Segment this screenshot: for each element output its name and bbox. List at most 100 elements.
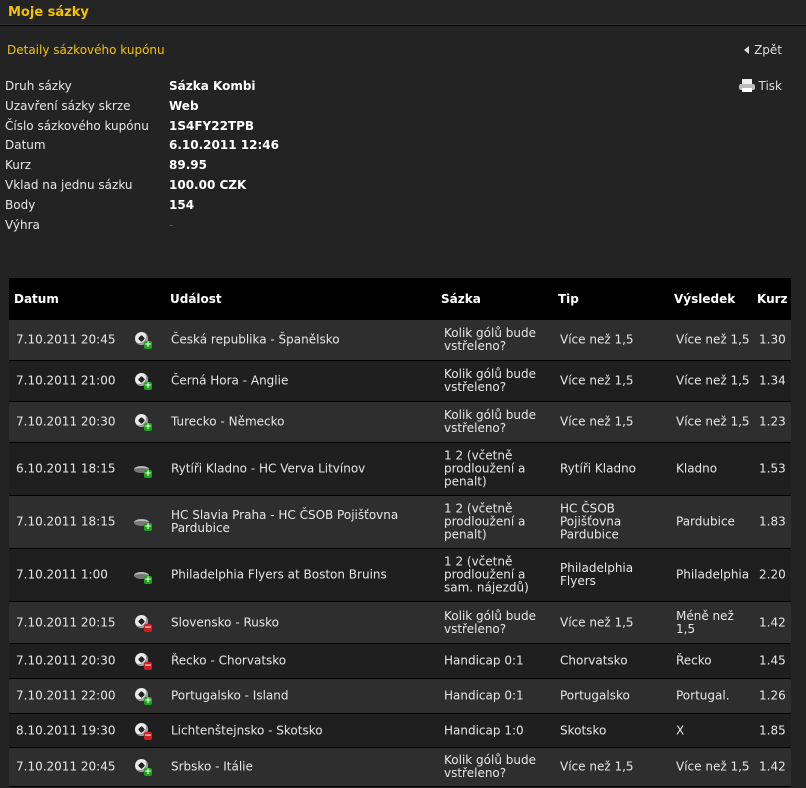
football-win-icon: + <box>134 372 152 391</box>
table-row: 7.10.2011 21:00 + Černá Hora - Anglie Kolik… <box>9 361 791 402</box>
cell-icon: + <box>134 372 152 391</box>
cell-event: Černá Hora - Anglie <box>171 373 289 388</box>
cell-result: Více než 1,5 <box>676 759 750 774</box>
detail-label: Číslo sázkového kupónu <box>5 118 149 133</box>
hockey-win-icon: + <box>134 460 152 479</box>
cell-event: Philadelphia Flyers at Boston Bruins <box>171 567 387 582</box>
cell-tip: Portugalsko <box>560 688 630 703</box>
cell-result: X <box>676 723 685 737</box>
ticket-detail-panel: Detaily sázkového kupónu Zpět Tisk Druh … <box>0 26 806 788</box>
cell-odds: 1.45 <box>759 653 786 668</box>
cell-bet: 1 2 (včetně prodloužení a penalt) <box>444 501 526 542</box>
cell-date: 7.10.2011 21:00 <box>16 373 116 388</box>
cell-date: 7.10.2011 20:30 <box>16 414 116 429</box>
table-body: 7.10.2011 20:45 + Česká republika - Španěl… <box>9 320 791 787</box>
top-bar: Moje sázky <box>0 0 806 25</box>
table-row: 7.10.2011 20:30 + Turecko - Německo Kolik g… <box>9 402 791 443</box>
cell-date: 7.10.2011 1:00 <box>16 567 108 582</box>
bets-table: Datum Událost Sázka Tip Výsledek Kurz 7.… <box>9 278 791 787</box>
page-title: Moje sázky <box>8 5 89 20</box>
cell-icon: + <box>134 566 152 585</box>
cell-date: 6.10.2011 18:15 <box>16 461 116 476</box>
football-win-icon: + <box>134 687 152 706</box>
cell-result: Více než 1,5 <box>676 373 750 388</box>
cell-event: Lichtenštejnsko - Skotsko <box>171 723 323 737</box>
detail-value: - <box>169 217 174 232</box>
detail-value: 100.00 CZK <box>169 177 247 192</box>
table-row: 7.10.2011 20:30 − Řecko - Chorvatsko Handic… <box>9 644 791 679</box>
detail-label: Kurz <box>5 158 32 173</box>
detail-row: Datum 6.10.2011 12:46 <box>5 136 405 156</box>
football-loss-icon: − <box>134 722 152 740</box>
cell-result: Philadelphia <box>676 567 750 582</box>
detail-label: Výhra <box>5 217 40 232</box>
cell-event: Srbsko - Itálie <box>171 759 253 774</box>
cell-tip: Více než 1,5 <box>560 615 634 629</box>
table-header: Datum Událost Sázka Tip Výsledek Kurz <box>9 278 791 320</box>
cell-date: 7.10.2011 20:30 <box>16 653 116 668</box>
cell-bet: Kolik gólů bude vstřeleno? <box>444 408 536 435</box>
column-header-result: Výsledek <box>674 292 736 306</box>
cell-icon: − <box>134 722 152 740</box>
cell-tip: Chorvatsko <box>560 653 628 668</box>
cell-event: Slovensko - Rusko <box>171 615 279 629</box>
cell-date: 7.10.2011 20:45 <box>16 332 116 347</box>
cell-event: HC Slavia Praha - HC ČSOB Pojišťovna Par… <box>171 508 399 535</box>
cell-odds: 1.26 <box>759 688 786 703</box>
cell-odds: 1.83 <box>759 514 786 529</box>
cell-event: Řecko - Chorvatsko <box>171 653 287 668</box>
detail-row: Číslo sázkového kupónu 1S4FY22TPB <box>5 117 405 137</box>
print-button[interactable]: Tisk <box>738 79 783 93</box>
cell-bet: Handicap 1:0 <box>444 723 524 737</box>
detail-row: Body 154 <box>5 196 405 216</box>
cell-icon: + <box>134 758 152 777</box>
detail-value: 1S4FY22TPB <box>169 118 255 133</box>
cell-result: Méně než 1,5 <box>676 608 734 636</box>
cell-bet: Handicap 0:1 <box>444 653 524 668</box>
cell-result: Více než 1,5 <box>676 414 750 429</box>
hockey-win-icon: + <box>134 566 152 585</box>
detail-value: 89.95 <box>169 158 207 173</box>
cell-event: Portugalsko - Island <box>171 688 289 703</box>
detail-row: Výhra - <box>5 216 405 236</box>
cell-result: Více než 1,5 <box>676 332 750 347</box>
cell-odds: 1.30 <box>759 332 786 347</box>
football-loss-icon: − <box>134 652 152 671</box>
cell-tip: Philadelphia Flyers <box>560 561 634 588</box>
cell-bet: Kolik gólů bude vstřeleno? <box>444 367 536 394</box>
section-title: Detaily sázkového kupónu <box>7 43 165 57</box>
cell-tip: HC ČSOB Pojišťovna Pardubice <box>560 501 622 542</box>
hockey-win-icon: + <box>134 513 152 532</box>
detail-label: Datum <box>5 138 46 153</box>
print-label: Tisk <box>758 79 783 93</box>
cell-odds: 1.34 <box>759 373 786 388</box>
cell-odds: 1.53 <box>759 461 786 476</box>
table-row: 7.10.2011 1:00 + Philadelphia Flyers at Bo… <box>9 549 791 602</box>
back-button[interactable]: Zpět <box>744 43 782 57</box>
football-loss-icon: − <box>134 614 152 632</box>
cell-tip: Více než 1,5 <box>560 759 634 774</box>
detail-label: Vklad na jednu sázku <box>5 177 133 192</box>
detail-row: Kurz 89.95 <box>5 156 405 176</box>
cell-bet: Kolik gólů bude vstřeleno? <box>444 326 536 353</box>
back-arrow-icon <box>744 46 750 54</box>
cell-icon: + <box>134 413 152 432</box>
cell-icon: + <box>134 513 152 532</box>
cell-odds: 1.85 <box>759 723 786 737</box>
cell-result: Portugal. <box>676 688 730 703</box>
cell-result: Pardubice <box>676 514 735 529</box>
detail-row: Vklad na jednu sázku 100.00 CZK <box>5 176 405 196</box>
football-win-icon: + <box>134 413 152 432</box>
table-row: 7.10.2011 22:00 + Portugalsko - Island Hand… <box>9 679 791 714</box>
detail-value: 6.10.2011 12:46 <box>169 138 279 153</box>
cell-icon: − <box>134 652 152 671</box>
column-header-odds: Kurz <box>757 292 788 306</box>
column-header-bet: Sázka <box>441 292 481 306</box>
cell-bet: 1 2 (včetně prodloužení a sam. nájezdů) <box>444 554 529 595</box>
table-row: 7.10.2011 20:45 + Srbsko - Itálie Kolik gól… <box>9 748 791 787</box>
detail-value: Sázka Kombi <box>169 79 256 93</box>
cell-icon: − <box>134 614 152 632</box>
cell-icon: + <box>134 331 152 350</box>
cell-event: Turecko - Německo <box>171 414 285 429</box>
detail-row: Druh sázky Sázka Kombi <box>5 77 405 97</box>
